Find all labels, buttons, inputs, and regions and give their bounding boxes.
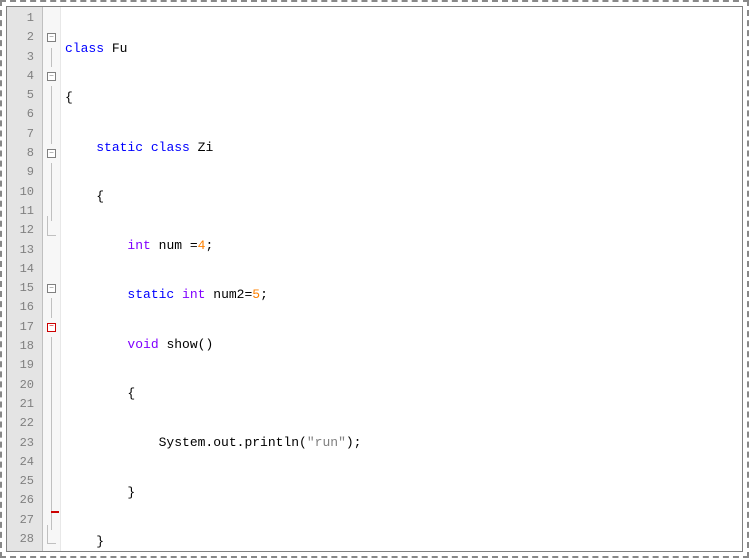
code-line[interactable]: class Fu [65,39,742,58]
fold-toggle-icon[interactable]: − [47,323,56,332]
code-line[interactable]: { [65,384,742,403]
line-num: 4 [7,67,42,86]
line-num: 25 [7,472,42,491]
code-editor[interactable]: 1 2 3 4 5 6 7 8 9 10 11 12 13 14 15 16 1… [6,6,743,552]
code-line[interactable]: } [65,532,742,551]
line-num: 17 [7,318,42,337]
line-num: 15 [7,279,42,298]
line-num: 2 [7,28,42,47]
line-num: 11 [7,202,42,221]
code-line[interactable]: static int num2=5; [65,285,742,304]
line-num: 12 [7,221,42,240]
line-num: 24 [7,453,42,472]
fold-toggle-icon[interactable]: − [47,149,56,158]
code-content[interactable]: class Fu { static class Zi { int num =4;… [61,7,742,551]
fold-column: − − − − − [43,7,61,551]
code-line[interactable]: void show() [65,335,742,354]
line-num: 14 [7,260,42,279]
change-marker-icon [51,511,59,513]
line-num: 10 [7,183,42,202]
code-line[interactable]: static class Zi [65,138,742,157]
line-num: 28 [7,530,42,549]
line-num: 3 [7,48,42,67]
code-line[interactable]: } [65,483,742,502]
line-num: 16 [7,298,42,317]
code-line[interactable]: System.out.println("run"); [65,433,742,452]
line-num: 19 [7,356,42,375]
line-num: 27 [7,511,42,530]
fold-toggle-icon[interactable]: − [47,33,56,42]
fold-toggle-icon[interactable]: − [47,72,56,81]
line-num: 8 [7,144,42,163]
code-line[interactable]: { [65,187,742,206]
line-num: 1 [7,9,42,28]
line-num: 26 [7,491,42,510]
line-num: 9 [7,163,42,182]
line-num: 23 [7,434,42,453]
code-line[interactable]: int num =4; [65,236,742,255]
code-line[interactable]: { [65,88,742,107]
line-num: 21 [7,395,42,414]
line-num: 5 [7,86,42,105]
fold-toggle-icon[interactable]: − [47,284,56,293]
line-num: 22 [7,414,42,433]
line-num: 7 [7,125,42,144]
line-number-gutter: 1 2 3 4 5 6 7 8 9 10 11 12 13 14 15 16 1… [7,7,43,551]
line-num: 13 [7,241,42,260]
line-num: 20 [7,376,42,395]
line-num: 18 [7,337,42,356]
line-num: 6 [7,105,42,124]
